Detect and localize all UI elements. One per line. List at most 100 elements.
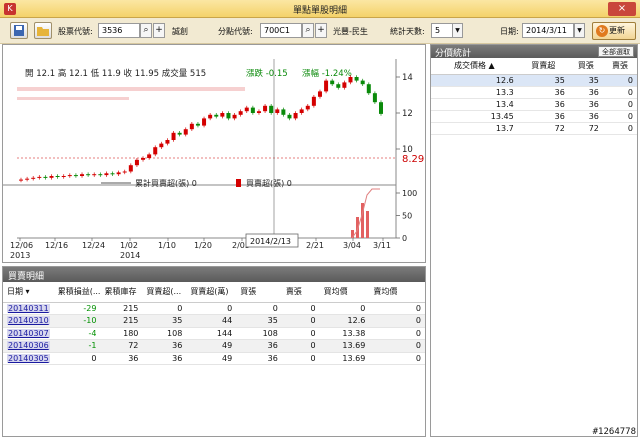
- detail-cell: 0: [319, 302, 370, 315]
- detail-cell: 215: [100, 302, 143, 315]
- candle-body: [165, 140, 170, 144]
- detail-column-header[interactable]: 買均價: [319, 282, 370, 303]
- candle-body: [153, 147, 158, 155]
- detail-column-header[interactable]: 累積庫存: [100, 282, 143, 303]
- candle-body: [171, 132, 176, 140]
- detail-column-header[interactable]: 賣均價: [369, 282, 425, 303]
- candle-body: [25, 178, 30, 180]
- save-button[interactable]: [10, 22, 28, 39]
- stats-cell: 35: [517, 74, 569, 87]
- change-percent: 漲幅 -1.24%: [302, 68, 352, 79]
- candle-body: [324, 80, 329, 92]
- stats-column-header[interactable]: 賣張: [602, 58, 637, 75]
- date-input[interactable]: [522, 23, 574, 38]
- detail-cell: 36: [142, 339, 187, 353]
- detail-cell: 0: [142, 302, 187, 315]
- detail-column-header[interactable]: 買張: [236, 282, 282, 303]
- detail-column-header[interactable]: 買賣超(萬): [186, 282, 237, 303]
- detail-cell: 36: [236, 352, 282, 365]
- candle-body: [134, 159, 139, 166]
- detail-row[interactable]: 20140311 -29 215 0 0 0 0 0 0: [3, 302, 425, 315]
- resistance-band: [17, 97, 129, 100]
- candle-body: [159, 143, 164, 148]
- open-folder-button[interactable]: [34, 22, 52, 39]
- stock-search-icon[interactable]: ⌕: [140, 23, 152, 38]
- stock-add-icon[interactable]: +: [153, 23, 165, 38]
- candle-body: [98, 174, 103, 176]
- days-select[interactable]: [431, 23, 453, 38]
- candle-body: [226, 113, 231, 119]
- candle-body: [281, 109, 286, 115]
- detail-date-link[interactable]: 20140310: [3, 314, 54, 328]
- detail-row[interactable]: 20140307 -4 180 108 144 108 0 13.38 0: [3, 327, 425, 340]
- candle-body: [238, 111, 243, 115]
- days-chevron-down-icon[interactable]: ▼: [452, 23, 463, 38]
- days-label: 統計天數:: [390, 27, 425, 36]
- stats-cell: 13.7: [431, 122, 518, 135]
- legend-net-swatch: [236, 179, 241, 187]
- candle-body: [49, 176, 54, 178]
- candle-body: [55, 176, 60, 177]
- detail-date-link[interactable]: 20140311: [3, 302, 54, 315]
- price-stats-header: 分價統計 全部選取: [431, 45, 637, 59]
- detail-column-header[interactable]: 買賣超(...: [142, 282, 187, 303]
- stats-cell: 12.6: [431, 74, 518, 87]
- detail-column-header[interactable]: 賣張: [281, 282, 320, 303]
- volume-tick-label: 50: [402, 212, 412, 221]
- trade-detail-panel: 買賣明細 日期 ▾ 累積損益(... 累積庫存 買賣超(... 買賣超(萬) 買張 賣張 買均…: [2, 266, 426, 437]
- candle-body: [305, 105, 310, 110]
- time-tick-label: 3/04: [343, 241, 361, 250]
- detail-date-link[interactable]: 20140305: [3, 352, 54, 365]
- stats-cell: 35: [568, 74, 603, 87]
- time-tick-label: 1/10: [158, 241, 176, 250]
- stats-row[interactable]: 13.4 36 36 0: [431, 98, 637, 111]
- select-all-button[interactable]: 全部選取: [598, 46, 634, 57]
- price-chart[interactable]: 開 12.1 高 12.1 低 11.9 收 11.95 成交量 515 漲跌 …: [3, 45, 425, 262]
- refresh-button[interactable]: ↻ 更新: [592, 22, 636, 40]
- stats-cell: 36: [568, 110, 603, 123]
- candle-body: [214, 114, 219, 117]
- stats-row[interactable]: 13.45 36 36 0: [431, 110, 637, 123]
- stock-name: 誠創: [172, 27, 188, 36]
- date-chevron-down-icon[interactable]: ▼: [574, 23, 585, 38]
- time-tick-label: 1/02: [120, 241, 138, 250]
- branch-search-icon[interactable]: ⌕: [302, 23, 314, 38]
- candle-body: [128, 165, 133, 172]
- detail-row[interactable]: 20140306 -1 72 36 49 36 0 13.69 0: [3, 339, 425, 353]
- detail-column-header[interactable]: 累積損益(...: [53, 282, 101, 303]
- stats-row[interactable]: 12.6 35 35 0: [431, 74, 637, 87]
- detail-column-header[interactable]: 日期 ▾: [3, 282, 54, 303]
- detail-cell: -1: [53, 339, 101, 353]
- detail-row[interactable]: 20140305 0 36 36 49 36 0 13.69 0: [3, 352, 425, 365]
- stats-column-header[interactable]: 買張: [568, 58, 603, 75]
- detail-date-link[interactable]: 20140306: [3, 339, 54, 353]
- detail-cell: -10: [53, 314, 101, 328]
- detail-date-link[interactable]: 20140307: [3, 327, 54, 340]
- stats-cell: 0: [602, 86, 637, 99]
- save-icon: [14, 25, 24, 36]
- time-tick-label: 1/20: [194, 241, 212, 250]
- detail-cell: 0: [281, 327, 320, 340]
- branch-code-label: 分點代號:: [218, 27, 253, 36]
- detail-cell: 0: [281, 302, 320, 315]
- branch-add-icon[interactable]: +: [315, 23, 327, 38]
- price-stats-title: 分價統計: [435, 49, 472, 59]
- stats-column-header[interactable]: 買賣超: [517, 58, 569, 75]
- year-label: 2014: [120, 251, 140, 260]
- stats-column-header[interactable]: 成交價格 ▲: [431, 58, 518, 75]
- candle-body: [354, 77, 359, 81]
- price-marker: 8.29: [402, 154, 424, 165]
- close-button[interactable]: ×: [608, 2, 636, 16]
- candle-body: [147, 154, 152, 158]
- detail-cell: -4: [53, 327, 101, 340]
- stock-code-input[interactable]: [98, 23, 140, 38]
- candle-body: [67, 175, 72, 177]
- candle-body: [250, 107, 255, 113]
- stats-row[interactable]: 13.3 36 36 0: [431, 86, 637, 99]
- stats-row[interactable]: 13.7 72 72 0: [431, 122, 637, 135]
- branch-code-input[interactable]: [260, 23, 302, 38]
- detail-row[interactable]: 20140310 -10 215 35 44 35 0 12.6 0: [3, 314, 425, 328]
- candle-body: [189, 123, 194, 130]
- refresh-icon: ↻: [596, 25, 608, 37]
- title-bar: K 單點單股明細 ×: [0, 0, 640, 18]
